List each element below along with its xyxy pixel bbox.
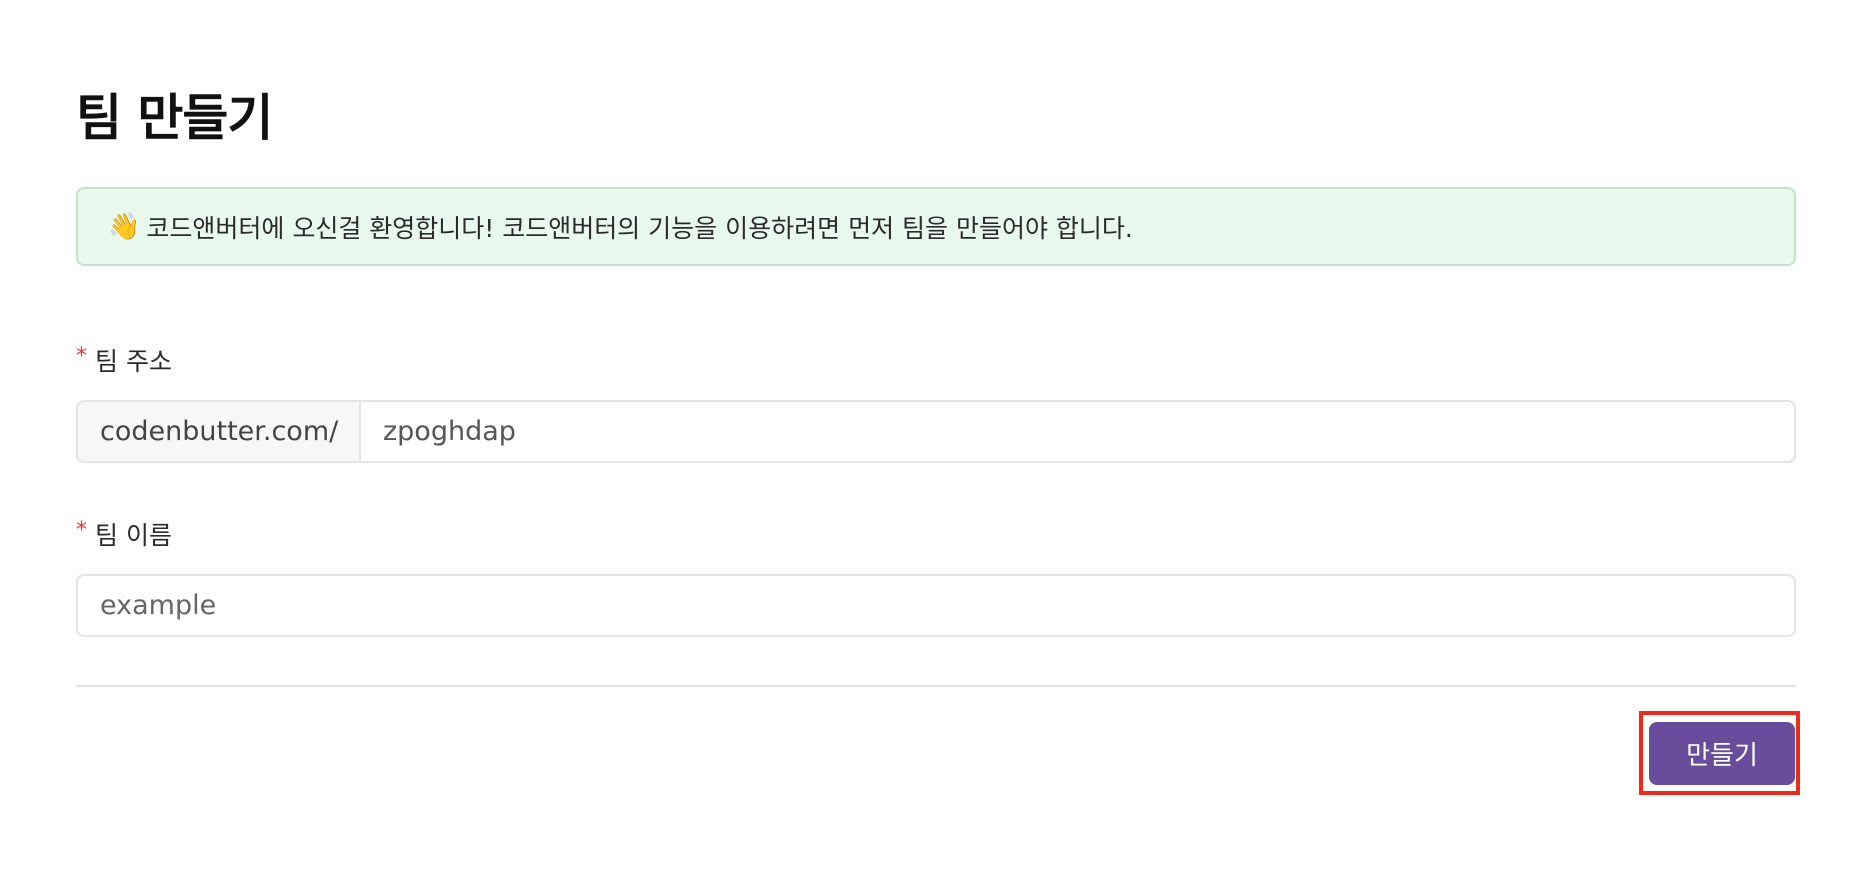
form-divider [76, 685, 1796, 687]
required-marker: * [76, 343, 87, 369]
team-address-input[interactable] [361, 402, 1794, 461]
banner-message: 코드앤버터에 오신걸 환영합니다! 코드앤버터의 기능을 이용하려면 먼저 팀을… [146, 213, 1133, 243]
required-marker: * [76, 517, 87, 543]
waving-hand-icon: 👋 [108, 211, 141, 242]
welcome-banner: 👋 코드앤버터에 오신걸 환영합니다! 코드앤버터의 기능을 이용하려면 먼저 … [76, 187, 1796, 266]
team-name-label-text: 팀 이름 [95, 521, 172, 550]
team-address-field: codenbutter.com/ [76, 400, 1796, 463]
create-team-button[interactable]: 만들기 [1649, 722, 1795, 785]
team-address-label: * 팀 주소 [76, 342, 172, 378]
team-name-input[interactable] [76, 574, 1796, 637]
page-title: 팀 만들기 [76, 89, 273, 147]
team-address-label-text: 팀 주소 [95, 347, 172, 376]
address-prefix: codenbutter.com/ [78, 402, 361, 461]
team-name-label: * 팀 이름 [76, 516, 172, 552]
